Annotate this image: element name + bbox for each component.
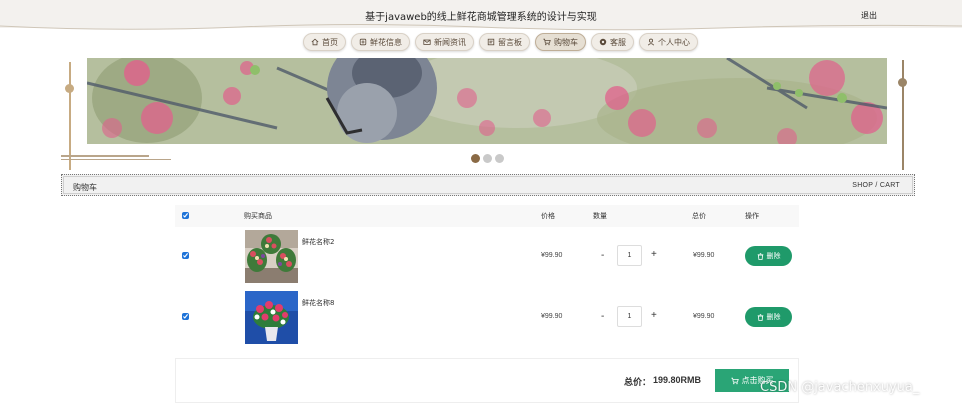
table-row: 鲜花名称2 ¥99.90 - + ¥99.90 删除: [175, 230, 799, 290]
banner-image: [87, 58, 887, 144]
select-all-checkbox[interactable]: [182, 212, 189, 219]
product-price: ¥99.90: [541, 252, 563, 259]
decorative-line-bottom: [61, 155, 149, 157]
quantity-input[interactable]: [617, 245, 642, 266]
nav-item-cart[interactable]: 购物车: [535, 33, 586, 51]
quantity-input[interactable]: [617, 306, 642, 327]
carousel-dot[interactable]: [471, 154, 480, 163]
decorative-line-left: [69, 62, 71, 170]
trash-icon: [757, 252, 763, 260]
nav-item-home[interactable]: 首页: [303, 33, 346, 51]
delete-button-label: 删除: [766, 252, 781, 260]
row-total: ¥99.90: [693, 252, 715, 259]
product-thumbnail[interactable]: [245, 230, 298, 283]
decorative-line-bottom: [61, 159, 171, 160]
logout-link[interactable]: 退出: [861, 10, 877, 21]
delete-button[interactable]: 删除: [745, 307, 792, 327]
nav-item-label: 留言板: [498, 37, 522, 47]
service-icon: [599, 38, 607, 46]
nav-item-label: 鲜花信息: [370, 37, 402, 47]
row-total: ¥99.90: [693, 313, 715, 320]
watermark: CSDN @javachenxuyua_: [760, 380, 920, 395]
column-header-price: 价格: [541, 212, 555, 220]
board-icon: [487, 38, 495, 46]
row-checkbox[interactable]: [182, 313, 189, 320]
site-title: 基于javaweb的线上鲜花商城管理系统的设计与实现: [365, 12, 597, 23]
cart-icon: [543, 38, 551, 46]
nav-item-service[interactable]: 客服: [591, 33, 634, 51]
quantity-increase-button[interactable]: +: [651, 310, 657, 321]
breadcrumb: 购物车 SHOP / CART: [61, 174, 915, 196]
breadcrumb-subtitle: SHOP / CART: [852, 182, 900, 189]
nav-item-label: 首页: [322, 37, 338, 47]
nav-item-label: 个人中心: [658, 37, 690, 47]
column-header-action: 操作: [745, 212, 759, 220]
decorative-dot-right: [898, 78, 907, 87]
column-header-quantity: 数量: [593, 212, 607, 220]
total-label: 总价：: [624, 378, 652, 388]
row-checkbox[interactable]: [182, 252, 189, 259]
product-thumbnail[interactable]: [245, 291, 298, 344]
home-icon: [311, 38, 319, 46]
nav-item-user-center[interactable]: 个人中心: [639, 33, 698, 51]
quantity-increase-button[interactable]: +: [651, 249, 657, 260]
nav-item-flowers[interactable]: 鲜花信息: [351, 33, 410, 51]
nav-item-label: 客服: [610, 37, 626, 47]
nav-item-news[interactable]: 新闻资讯: [415, 33, 474, 51]
cart-table-header: 购买商品 价格 数量 总价 操作: [175, 205, 799, 227]
breadcrumb-inner: 购物车 SHOP / CART: [63, 176, 913, 194]
table-row: 鲜花名称8 ¥99.90 - + ¥99.90 删除: [175, 291, 799, 351]
top-bar: 基于javaweb的线上鲜花商城管理系统的设计与实现 退出: [0, 0, 962, 31]
decorative-dot-left: [65, 84, 74, 93]
nav-item-label: 新闻资讯: [434, 37, 466, 47]
user-icon: [647, 38, 655, 46]
delete-button-label: 删除: [766, 313, 781, 321]
product-name[interactable]: 鲜花名称2: [302, 237, 334, 247]
nav-item-message-board[interactable]: 留言板: [479, 33, 530, 51]
trash-icon: [757, 313, 763, 321]
nav-item-label: 购物车: [554, 37, 578, 47]
cart-summary: 总价： 199.80RMB 点击购买: [175, 358, 799, 403]
product-name[interactable]: 鲜花名称8: [302, 298, 334, 308]
carousel-dot[interactable]: [495, 154, 504, 163]
column-header-product: 购买商品: [244, 212, 272, 220]
carousel-indicators: [471, 154, 504, 163]
quantity-decrease-button[interactable]: -: [601, 311, 604, 322]
flower-icon: [359, 38, 367, 46]
main-nav: 首页 鲜花信息 新闻资讯 留言板 购物车 客服 个人中心: [303, 33, 698, 51]
breadcrumb-title: 购物车: [73, 183, 97, 192]
decorative-line-right: [902, 60, 904, 170]
banner-carousel[interactable]: [87, 58, 887, 144]
product-price: ¥99.90: [541, 313, 563, 320]
column-header-total: 总价: [692, 212, 706, 220]
cart-icon: [730, 377, 739, 384]
mail-icon: [423, 39, 431, 45]
total-value: 199.80RMB: [653, 375, 702, 385]
product-image: [245, 291, 298, 344]
delete-button[interactable]: 删除: [745, 246, 792, 266]
product-image: [245, 230, 298, 283]
quantity-decrease-button[interactable]: -: [601, 250, 604, 261]
carousel-dot[interactable]: [483, 154, 492, 163]
